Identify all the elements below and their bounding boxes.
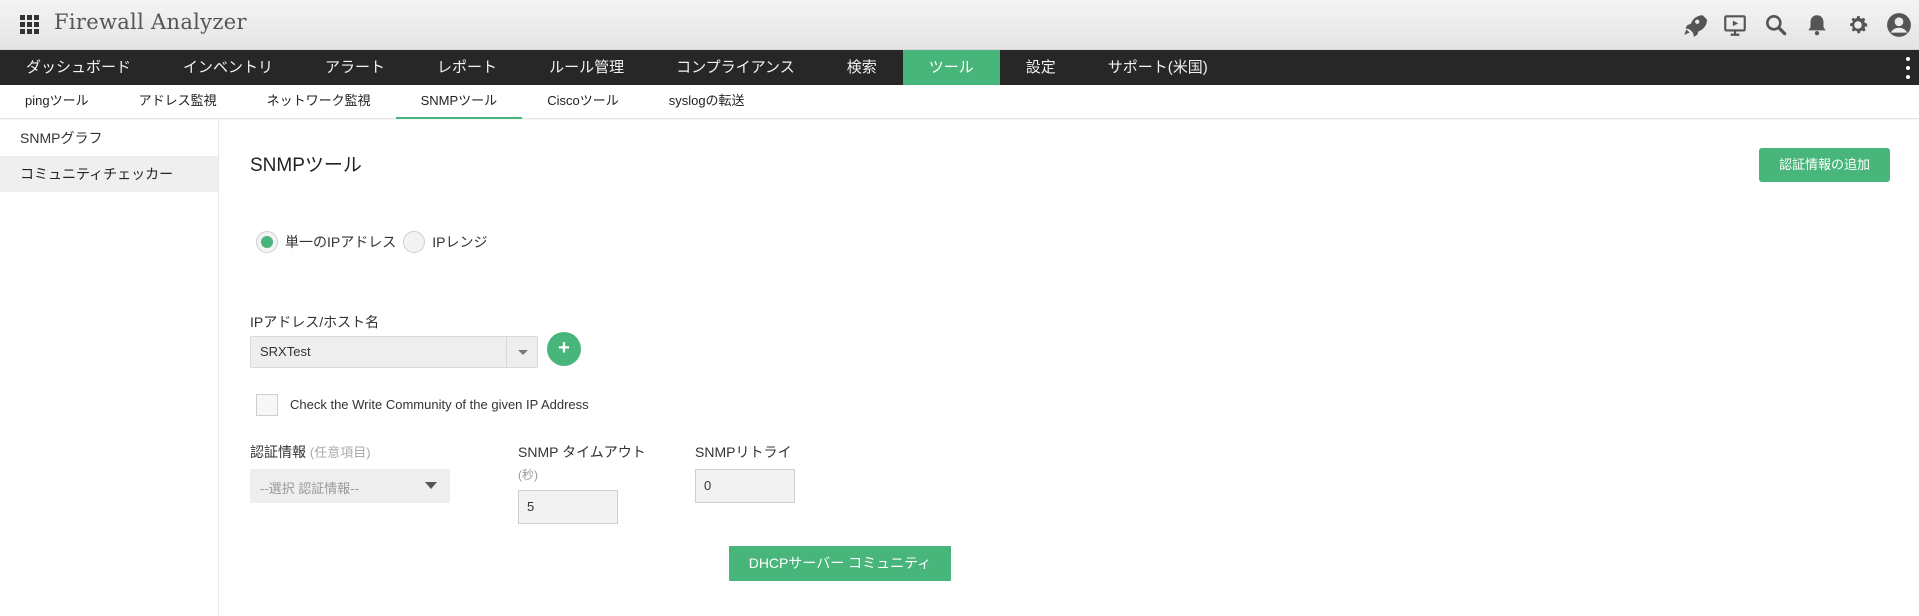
nav-tools[interactable]: ツール (902, 50, 1000, 85)
radio-ip-range-label: IPレンジ (432, 234, 488, 250)
gear-icon[interactable] (1838, 5, 1878, 45)
nav-alerts[interactable]: アラート (299, 50, 411, 85)
credential-placeholder: --選択 認証情報-- (260, 481, 359, 496)
credential-optional-label: (任意項目) (309, 445, 371, 460)
add-credentials-button[interactable]: 認証情報の追加 (1759, 148, 1890, 182)
main-content: SNMPツール 認証情報の追加 単一のIPアドレス IPレンジ IPアドレス/ホ… (220, 120, 1919, 616)
app-title: Firewall Analyzer (54, 10, 247, 34)
bell-icon[interactable] (1797, 5, 1837, 45)
vertical-dots-icon[interactable] (1905, 57, 1911, 79)
header-icons (1673, 0, 1919, 50)
snmp-timeout-input[interactable]: 5 (518, 490, 618, 524)
ip-mode-radio-group: 単一のIPアドレス IPレンジ (256, 230, 494, 254)
nav-rule-management[interactable]: ルール管理 (523, 50, 650, 85)
presentation-icon[interactable] (1715, 5, 1755, 45)
nav-dashboard[interactable]: ダッシュボード (0, 50, 157, 85)
nav-reports[interactable]: レポート (411, 50, 523, 85)
user-icon[interactable] (1879, 5, 1919, 45)
tab-snmp-tool[interactable]: SNMPツール (395, 85, 523, 119)
tools-subnav: pingツール アドレス監視 ネットワーク監視 SNMPツール Ciscoツール… (0, 85, 1919, 119)
tab-address-monitor[interactable]: アドレス監視 (114, 85, 242, 119)
credential-label: 認証情報 (任意項目) (250, 442, 371, 462)
search-icon[interactable] (1756, 5, 1796, 45)
page-title: SNMPツール (250, 155, 362, 176)
add-ip-button[interactable]: + (547, 332, 581, 366)
sidebar-item-community-checker[interactable]: コミュニティチェッカー (0, 156, 218, 192)
tab-network-monitor[interactable]: ネットワーク監視 (242, 85, 396, 119)
nav-settings[interactable]: 設定 (1000, 50, 1082, 85)
write-community-checkbox[interactable] (256, 394, 278, 416)
main-navigation: ダッシュボード インベントリ アラート レポート ルール管理 コンプライアンス … (0, 50, 1919, 85)
ip-host-label: IPアドレス/ホスト名 (250, 314, 380, 330)
tab-ping-tool[interactable]: pingツール (0, 85, 114, 119)
chevron-down-icon (518, 350, 528, 355)
ip-host-value: SRXTest (260, 344, 311, 359)
radio-selected-dot (261, 236, 273, 248)
nav-support[interactable]: サポート(米国) (1082, 50, 1234, 85)
snmp-retry-input[interactable]: 0 (695, 469, 795, 503)
dhcp-server-community-button[interactable]: DHCPサーバー コミュニティ (729, 546, 951, 581)
snmp-timeout-unit: (秒) (518, 468, 538, 482)
plus-icon: + (558, 337, 570, 359)
snmp-timeout-label: SNMP タイムアウト (518, 444, 646, 460)
tab-cisco-tool[interactable]: Ciscoツール (522, 85, 644, 119)
credential-label-text: 認証情報 (250, 444, 306, 460)
write-community-label: Check the Write Community of the given I… (290, 397, 589, 412)
ip-host-select[interactable]: SRXTest (250, 336, 538, 368)
nav-search[interactable]: 検索 (821, 50, 903, 85)
radio-single-ip[interactable] (256, 231, 278, 253)
nav-inventory[interactable]: インベントリ (157, 50, 299, 85)
select-divider (506, 337, 507, 367)
top-header: Firewall Analyzer (0, 0, 1919, 50)
tab-syslog-forwarding[interactable]: syslogの転送 (644, 85, 770, 119)
rocket-icon[interactable] (1674, 5, 1714, 45)
snmp-retry-label: SNMPリトライ (695, 444, 792, 460)
credential-select[interactable]: --選択 認証情報-- (250, 469, 450, 503)
nav-compliance[interactable]: コンプライアンス (650, 50, 821, 85)
radio-ip-range[interactable] (403, 231, 426, 253)
sidebar-item-snmp-graph[interactable]: SNMPグラフ (0, 120, 218, 156)
radio-single-ip-label: 単一のIPアドレス (285, 234, 397, 250)
apps-grid-icon[interactable] (20, 15, 39, 34)
chevron-down-icon (425, 482, 437, 489)
sidebar: SNMPグラフ コミュニティチェッカー (0, 120, 219, 616)
